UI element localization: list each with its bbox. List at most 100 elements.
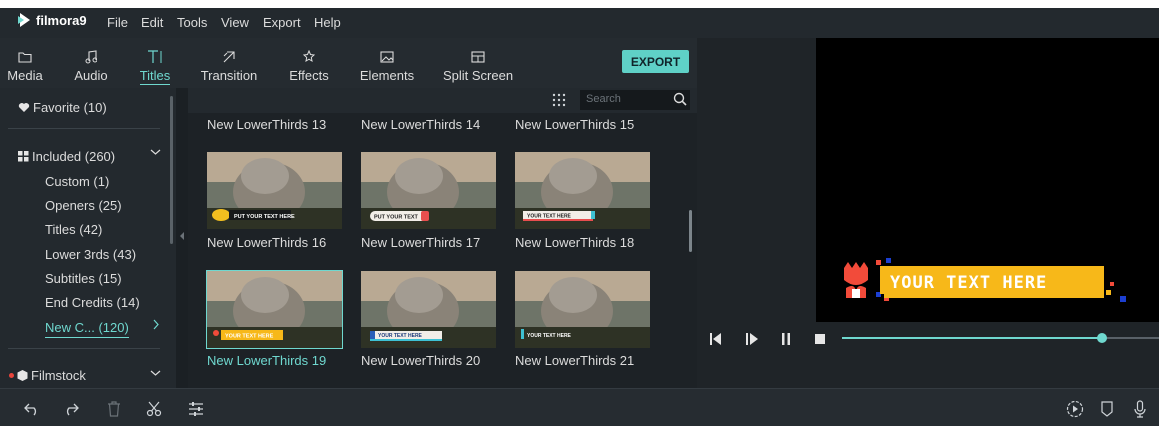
previous-frame-icon[interactable] (709, 332, 723, 346)
title-thumbnail-20[interactable]: YOUR TEXT HERE (361, 271, 496, 348)
tab-elements[interactable]: Elements (356, 38, 418, 88)
sidebar-scrollbar[interactable] (170, 96, 173, 244)
music-note-icon (85, 46, 97, 68)
sidebar-item-label: Included (260) (32, 149, 116, 164)
tab-effects[interactable]: Effects (284, 38, 334, 88)
category-sidebar: Favorite (10) Included (260) Custom (1) … (0, 88, 188, 388)
image-icon (380, 46, 394, 68)
titles-icon (147, 46, 163, 68)
undo-icon[interactable] (24, 402, 40, 416)
thumbnail-label[interactable]: New LowerThirds 14 (361, 117, 480, 132)
menu-help[interactable]: Help (314, 15, 341, 30)
redo-icon[interactable] (63, 402, 79, 416)
thumbnail-overlay-text: YOUR TEXT HERE (225, 334, 274, 340)
split-screen-icon (471, 46, 485, 68)
title-thumbnail-19[interactable]: YOUR TEXT HERE (206, 270, 343, 349)
chevron-down-icon[interactable] (150, 369, 161, 377)
library-tabs: Media Audio Titles Transition Effects El… (0, 38, 697, 88)
tab-label: Elements (359, 68, 415, 83)
sidebar-item-subtitles[interactable]: Subtitles (15) (45, 271, 122, 286)
title-thumbnail-17[interactable]: PUT YOUR TEXT (361, 152, 496, 229)
tab-transition[interactable]: Transition (198, 38, 260, 88)
thumbnail-image: YOUR TEXT HERE (207, 271, 342, 348)
preview-title-overlay: YOUR TEXT HERE (844, 258, 1126, 302)
title-thumbnail-16[interactable]: PUT YOUR TEXT HERE (207, 152, 342, 229)
sidebar-item-filmstock[interactable]: Filmstock (9, 368, 86, 383)
search-icon[interactable] (673, 92, 687, 106)
menu-edit[interactable]: Edit (141, 15, 163, 30)
scissors-icon[interactable] (146, 401, 162, 417)
thumbnail-image: PUT YOUR TEXT (361, 152, 496, 229)
play-icon[interactable] (745, 332, 759, 346)
export-button[interactable]: EXPORT (622, 50, 689, 73)
sidebar-item-favorite[interactable]: Favorite (10) (18, 100, 107, 115)
sidebar-item-new-category[interactable]: New C... (120) (45, 320, 129, 338)
sidebar-item-label: Favorite (10) (33, 100, 107, 115)
notification-dot (9, 373, 14, 378)
delete-icon[interactable] (107, 401, 121, 417)
sidebar-item-titles[interactable]: Titles (42) (45, 222, 102, 237)
menu-export[interactable]: Export (263, 15, 301, 30)
thumbnail-label[interactable]: New LowerThirds 18 (515, 235, 634, 250)
marker-icon[interactable] (1100, 401, 1114, 417)
playback-track[interactable] (842, 337, 1159, 339)
sidebar-item-custom[interactable]: Custom (1) (45, 174, 109, 189)
pause-icon[interactable] (780, 332, 792, 346)
menu-view[interactable]: View (221, 15, 249, 30)
stop-icon[interactable] (814, 333, 826, 345)
tab-label: Titles (139, 68, 171, 85)
thumbnail-label[interactable]: New LowerThirds 20 (361, 353, 480, 368)
window-top-edge (0, 0, 1159, 8)
playhead-handle[interactable] (1096, 333, 1107, 343)
sidebar-item-lower-3rds[interactable]: Lower 3rds (43) (45, 247, 136, 262)
menu-bar: filmora9 File Edit Tools View Export Hel… (0, 8, 1159, 38)
thumbnail-label[interactable]: New LowerThirds 17 (361, 235, 480, 250)
grid-scrollbar[interactable] (689, 210, 692, 252)
tab-audio[interactable]: Audio (66, 38, 116, 88)
thumbnail-label[interactable]: New LowerThirds 21 (515, 353, 634, 368)
app-brand: filmora9 (36, 12, 87, 28)
tab-label: Transition (200, 68, 258, 83)
sidebar-item-end-credits[interactable]: End Credits (14) (45, 295, 140, 310)
playback-progress (842, 337, 1102, 339)
panel-collapse-strip[interactable] (176, 88, 188, 388)
adjust-icon[interactable] (188, 402, 204, 416)
filmora-logo-icon (18, 13, 30, 27)
title-thumbnail-18[interactable]: YOUR TEXT HERE (515, 152, 650, 229)
thumbnail-overlay-text: PUT YOUR TEXT (374, 215, 419, 221)
grid-view-icon[interactable] (552, 93, 566, 107)
thumbnail-label[interactable]: New LowerThirds 15 (515, 117, 634, 132)
tab-label: Effects (289, 68, 329, 83)
chevron-down-icon[interactable] (150, 148, 161, 156)
tulip-icon (844, 262, 868, 285)
title-thumbnail-21[interactable]: YOUR TEXT HERE (515, 271, 650, 348)
thumbnail-overlay-text: PUT YOUR TEXT HERE (234, 214, 295, 220)
sidebar-divider (8, 128, 160, 129)
heart-icon (18, 103, 30, 112)
render-preview-icon[interactable] (1066, 400, 1084, 418)
sidebar-item-included[interactable]: Included (260) (18, 149, 115, 164)
sidebar-divider (8, 348, 160, 349)
menu-tools[interactable]: Tools (177, 15, 207, 30)
tab-titles[interactable]: Titles (130, 38, 180, 88)
timeline-toolbar (0, 388, 1159, 426)
chevron-right-icon[interactable] (152, 319, 160, 330)
preview-screen: YOUR TEXT HERE (816, 38, 1159, 322)
sidebar-item-label: Filmstock (31, 368, 86, 383)
tab-label: Split Screen (442, 68, 514, 83)
thumbnail-label[interactable]: New LowerThirds 16 (207, 235, 326, 250)
tab-media[interactable]: Media (0, 38, 50, 88)
search-placeholder: Search (586, 93, 621, 105)
thumbnail-label[interactable]: New LowerThirds 19 (207, 353, 326, 368)
thumbnail-image: YOUR TEXT HERE (515, 152, 650, 229)
sidebar-item-openers[interactable]: Openers (25) (45, 198, 122, 213)
thumbnail-label[interactable]: New LowerThirds 13 (207, 117, 326, 132)
transition-icon (222, 46, 236, 68)
grid-icon (18, 151, 29, 162)
menu-file[interactable]: File (107, 15, 128, 30)
folder-icon (18, 46, 32, 68)
microphone-icon[interactable] (1133, 400, 1147, 418)
collapse-arrow-icon[interactable] (179, 232, 185, 240)
filmstock-icon (17, 370, 28, 381)
tab-split-screen[interactable]: Split Screen (440, 38, 516, 88)
